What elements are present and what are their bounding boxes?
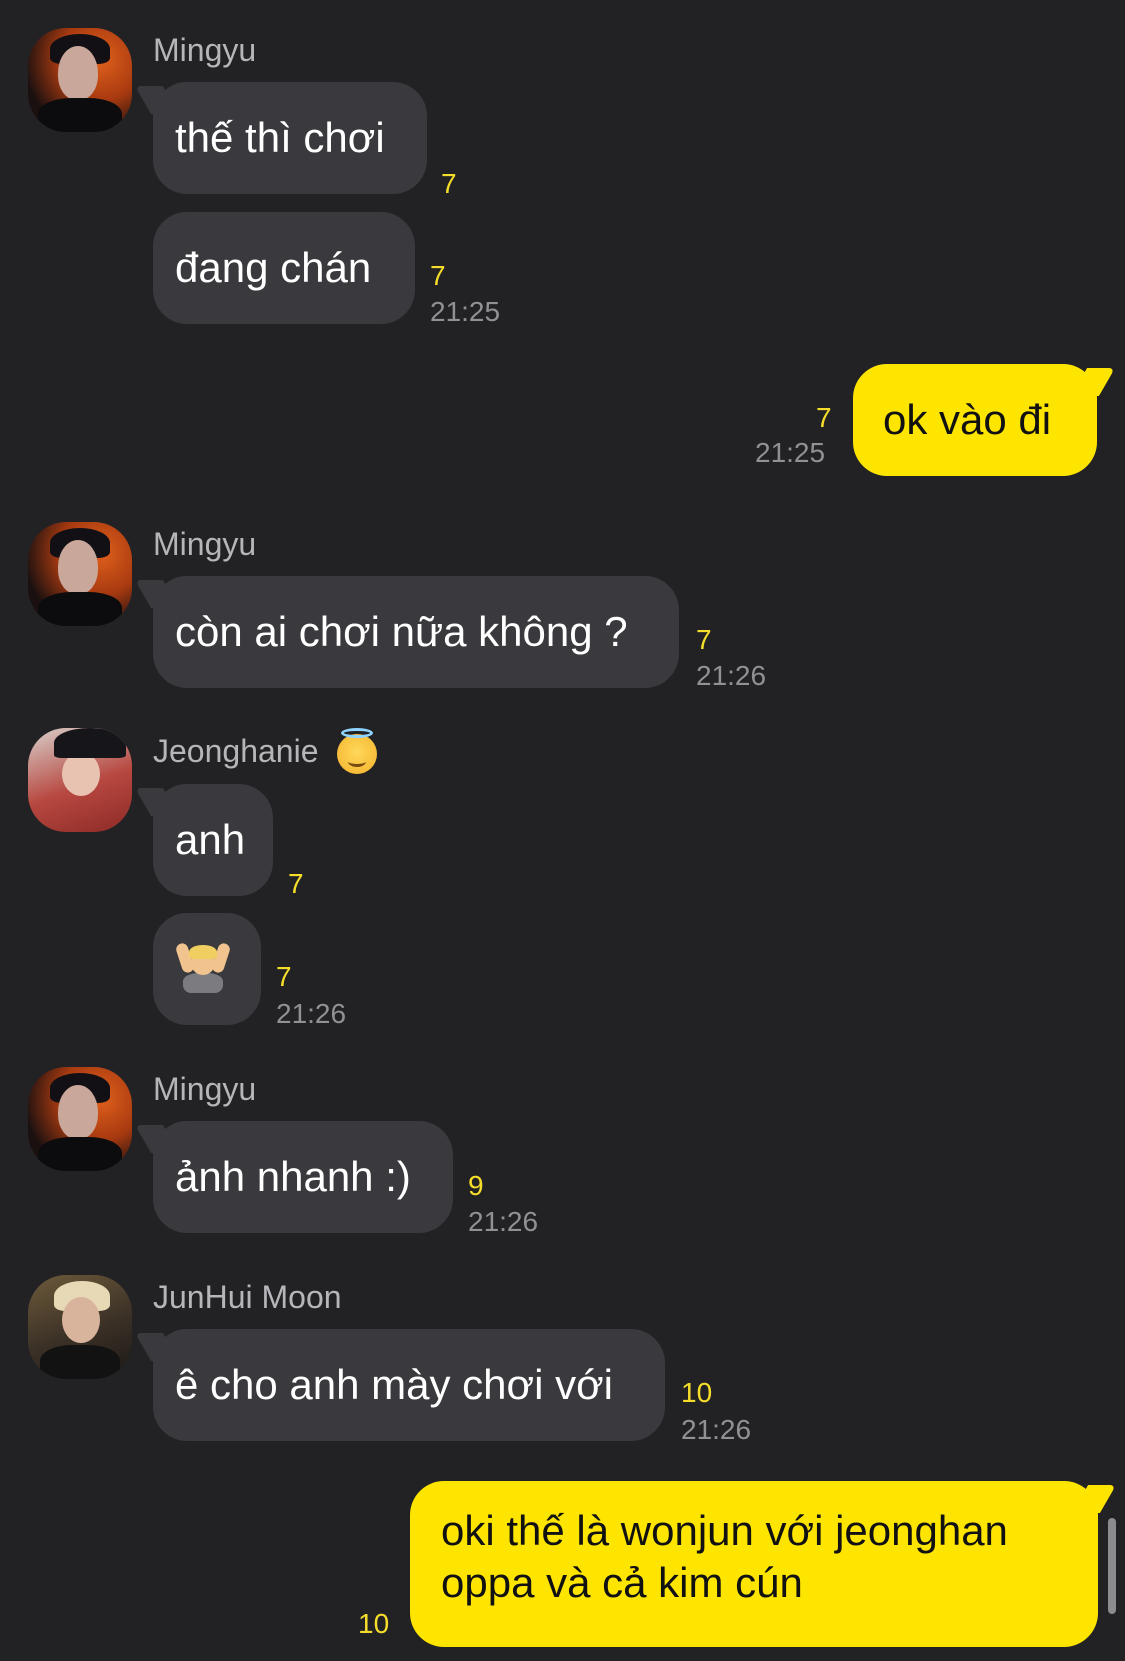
sender-name: Jeonghanie <box>153 733 319 769</box>
unread-count: 10 <box>681 1377 713 1408</box>
message-text-line: oki thế là wonjun với jeonghan <box>441 1507 1008 1554</box>
unread-count: 7 <box>696 624 712 655</box>
message-time: 21:26 <box>696 660 767 691</box>
message-text: đang chán <box>175 244 372 291</box>
sender-name: Mingyu <box>153 1071 257 1107</box>
sender-name: JunHui Moon <box>153 1279 342 1315</box>
avatar-mingyu[interactable] <box>28 522 132 626</box>
message-bubble[interactable]: anh <box>153 784 273 896</box>
message-time: 21:26 <box>468 1206 539 1237</box>
unread-count: 7 <box>441 168 457 199</box>
unread-count: 10 <box>358 1608 390 1639</box>
unread-count: 7 <box>430 260 446 291</box>
message-text: ảnh nhanh :) <box>175 1153 411 1200</box>
message-time: 21:25 <box>755 437 826 468</box>
unread-count: 7 <box>276 961 292 992</box>
message-bubble[interactable]: ê cho anh mày chơi với <box>153 1329 665 1441</box>
message-bubble[interactable]: thế thì chơi <box>153 82 427 194</box>
own-message-bubble[interactable]: oki thế là wonjun với jeonghan oppa và c… <box>410 1481 1098 1647</box>
message-text: ok vào đi <box>883 396 1052 443</box>
message-time: 21:26 <box>276 998 347 1029</box>
avatar-mingyu[interactable] <box>28 28 132 132</box>
message-time: 21:25 <box>430 296 501 327</box>
own-message-bubble[interactable]: ok vào đi <box>853 364 1097 476</box>
sender-name: Mingyu <box>153 526 257 562</box>
scrollbar-thumb[interactable] <box>1108 1518 1116 1614</box>
avatar-jeonghanie[interactable] <box>28 728 132 832</box>
smiling-face-with-halo-icon <box>337 727 378 774</box>
sender-name-row: Jeonghanie <box>153 727 378 774</box>
avatar-junhui-moon[interactable] <box>28 1275 132 1379</box>
unread-count: 7 <box>288 868 304 899</box>
message-text: anh <box>175 816 246 863</box>
message-bubble[interactable]: ảnh nhanh :) <box>153 1121 453 1233</box>
message-time: 21:26 <box>681 1414 752 1445</box>
unread-count: 9 <box>468 1170 484 1201</box>
message-text: còn ai chơi nữa không ? <box>175 608 628 655</box>
message-text-line: oppa và cả kim cún <box>441 1559 803 1606</box>
avatar-mingyu[interactable] <box>28 1067 132 1171</box>
message-bubble[interactable]: đang chán <box>153 212 415 324</box>
message-text: thế thì chơi <box>175 114 385 161</box>
message-bubble[interactable]: còn ai chơi nữa không ? <box>153 576 679 688</box>
person-gesturing-ok-icon <box>174 941 232 993</box>
unread-count: 7 <box>816 402 832 433</box>
message-text: ê cho anh mày chơi với <box>175 1361 613 1408</box>
sticker-bubble[interactable] <box>153 913 261 1025</box>
sender-name: Mingyu <box>153 32 257 68</box>
